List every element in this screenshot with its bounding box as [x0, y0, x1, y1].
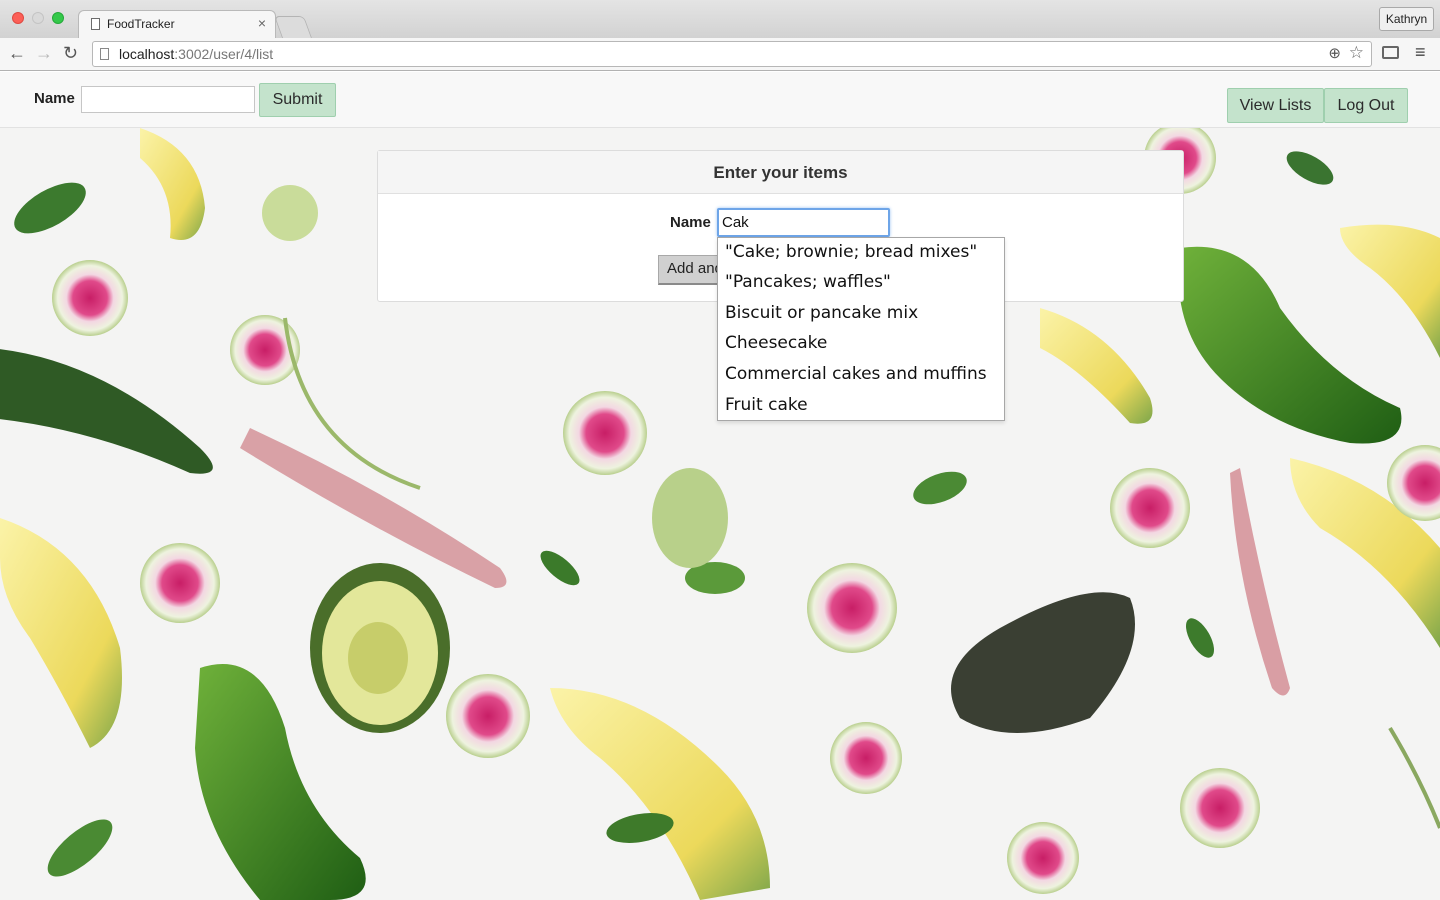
- star-icon[interactable]: ☆: [1349, 43, 1364, 63]
- autocomplete-option[interactable]: Cheesecake: [725, 333, 827, 353]
- app-top-bar: Name Submit View Lists Log Out: [0, 72, 1440, 128]
- address-bar[interactable]: localhost:3002/user/4/list ⊕ ☆: [92, 41, 1372, 67]
- browser-titlebar: FoodTracker × Kathryn: [0, 0, 1440, 38]
- close-icon[interactable]: ×: [258, 15, 266, 31]
- close-window-button[interactable]: [12, 12, 24, 24]
- url-path: :3002/user/4/list: [174, 46, 274, 62]
- new-tab-button[interactable]: [273, 16, 313, 38]
- autocomplete-dropdown: "Cake; brownie; bread mixes" "Pancakes; …: [717, 237, 1005, 421]
- autocomplete-option[interactable]: "Cake; brownie; bread mixes": [725, 242, 977, 262]
- topbar-name-label: Name: [34, 90, 75, 107]
- page-icon: [91, 18, 100, 30]
- item-name-label: Name: [670, 214, 711, 231]
- maximize-window-button[interactable]: [52, 12, 64, 24]
- autocomplete-option[interactable]: Biscuit or pancake mix: [725, 303, 918, 323]
- reload-icon[interactable]: ↻: [63, 42, 78, 64]
- panel-title: Enter your items: [713, 163, 848, 182]
- cast-icon[interactable]: [1382, 46, 1399, 59]
- tab-title: FoodTracker: [107, 17, 175, 31]
- profile-button[interactable]: Kathryn: [1379, 7, 1434, 31]
- view-lists-button[interactable]: View Lists: [1227, 88, 1324, 123]
- browser-toolbar: ← → ↻ localhost:3002/user/4/list ⊕ ☆ ≡: [0, 38, 1440, 71]
- topbar-name-input[interactable]: [81, 86, 255, 113]
- autocomplete-option[interactable]: Commercial cakes and muffins: [725, 364, 987, 384]
- browser-tab[interactable]: FoodTracker ×: [78, 10, 276, 38]
- zoom-icon[interactable]: ⊕: [1328, 44, 1341, 62]
- url-host: localhost: [119, 46, 175, 62]
- page-icon: [100, 48, 109, 60]
- url-text[interactable]: localhost:3002/user/4/list: [119, 46, 273, 62]
- menu-icon[interactable]: ≡: [1415, 42, 1426, 63]
- log-out-button[interactable]: Log Out: [1324, 88, 1408, 123]
- item-name-input[interactable]: [717, 208, 890, 237]
- forward-arrow-icon[interactable]: →: [35, 42, 53, 64]
- panel-header: Enter your items: [378, 151, 1183, 194]
- back-arrow-icon[interactable]: ←: [8, 42, 26, 64]
- submit-button[interactable]: Submit: [259, 83, 336, 117]
- autocomplete-option[interactable]: "Pancakes; waffles": [725, 272, 891, 292]
- autocomplete-option[interactable]: Fruit cake: [725, 395, 808, 415]
- minimize-window-button[interactable]: [32, 12, 44, 24]
